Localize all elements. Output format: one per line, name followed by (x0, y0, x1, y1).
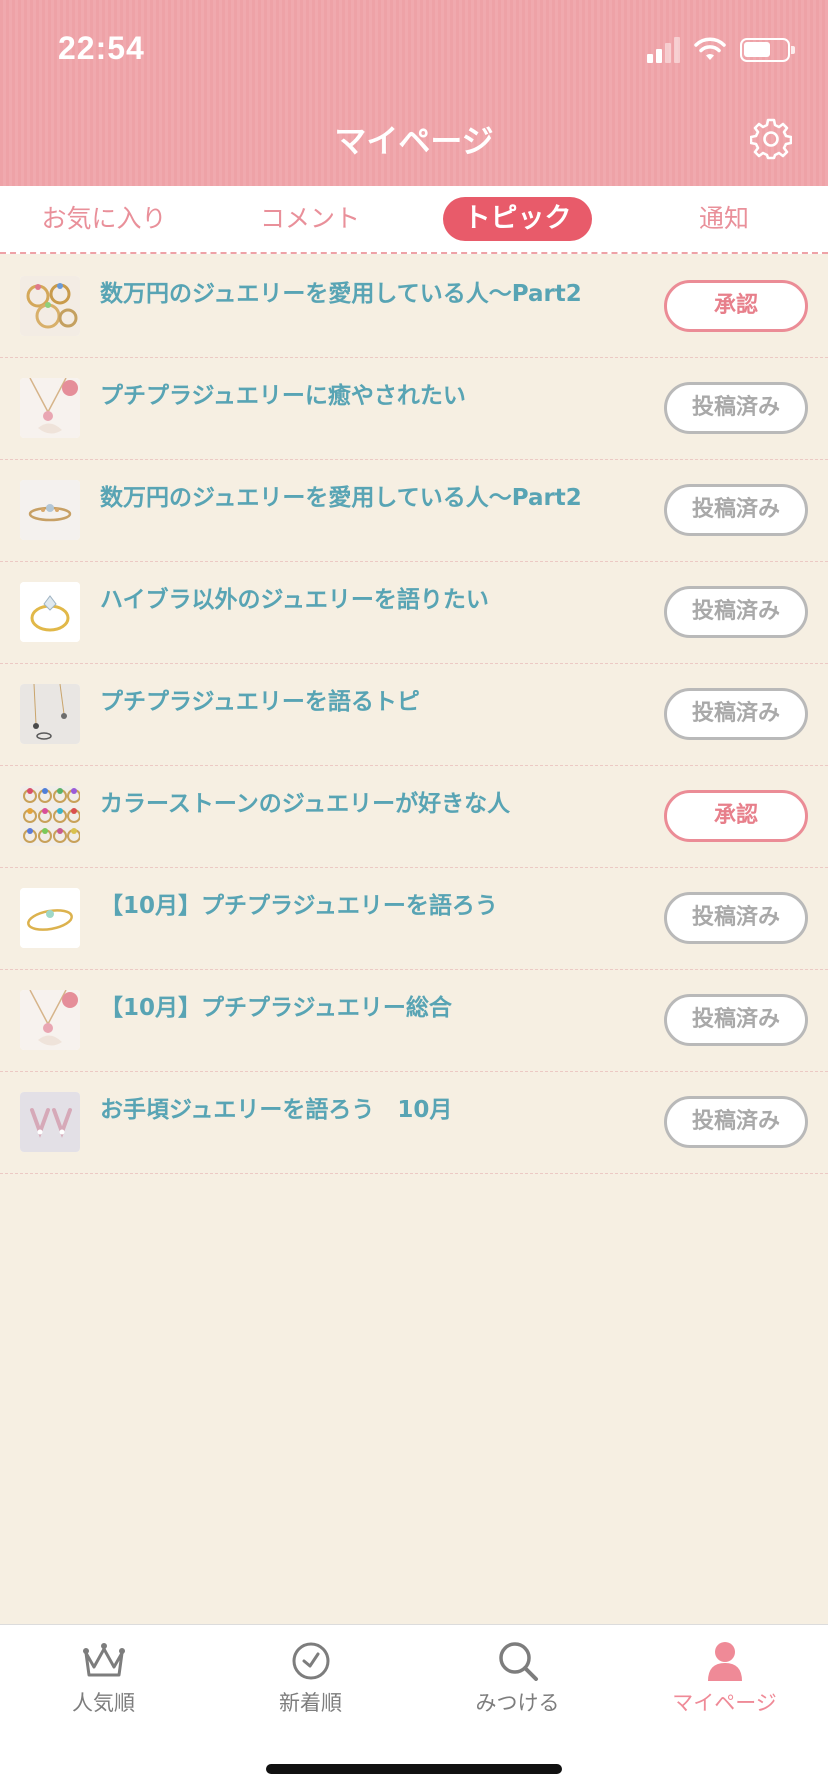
cellular-signal-icon (647, 37, 680, 63)
topic-title[interactable]: 【10月】プチプラジュエリー総合 (100, 988, 660, 1022)
topic-row[interactable]: ハイブラ以外のジュエリーを語りたい 投稿済み (0, 562, 828, 664)
status-icons (647, 34, 795, 66)
nav-discover[interactable]: みつける (414, 1641, 621, 1717)
posted-status-button[interactable]: 投稿済み (664, 484, 808, 536)
topic-title[interactable]: プチプラジュエリーに癒やされたい (100, 376, 660, 410)
topic-row[interactable]: 【10月】プチプラジュエリーを語ろう 投稿済み (0, 868, 828, 970)
posted-status-button[interactable]: 投稿済み (664, 892, 808, 944)
nav-newest[interactable]: 新着順 (207, 1641, 414, 1717)
wifi-icon (694, 37, 726, 60)
battery-icon (740, 38, 795, 62)
topic-thumbnail (20, 990, 80, 1050)
tab-topics[interactable]: トピック (443, 197, 592, 241)
nav-label: 新着順 (279, 1691, 342, 1715)
topic-title[interactable]: 数万円のジュエリーを愛用している人〜Part2 (100, 478, 660, 512)
nav-popular[interactable]: 人気順 (0, 1641, 207, 1717)
posted-status-button[interactable]: 投稿済み (664, 382, 808, 434)
topic-title[interactable]: 数万円のジュエリーを愛用している人〜Part2 (100, 274, 660, 308)
posted-status-button[interactable]: 投稿済み (664, 586, 808, 638)
topic-thumbnail (20, 480, 80, 540)
tab-favorites[interactable]: お気に入り (30, 197, 178, 241)
gear-icon[interactable] (750, 118, 792, 160)
topic-row[interactable]: プチプラジュエリーに癒やされたい 投稿済み (0, 358, 828, 460)
crown-icon (82, 1643, 125, 1677)
search-icon (498, 1642, 538, 1681)
person-icon (707, 1642, 742, 1681)
approve-button[interactable]: 承認 (664, 280, 808, 332)
app-header: 22:54 マイページ (0, 0, 828, 186)
topic-list: 数万円のジュエリーを愛用している人〜Part2 承認 プチプラジュエリーに癒やさ… (0, 256, 828, 1174)
nav-label: 人気順 (72, 1691, 135, 1715)
nav-mypage[interactable]: マイページ (621, 1641, 828, 1717)
topic-thumbnail (20, 888, 80, 948)
nav-label: みつける (475, 1691, 560, 1715)
topic-title[interactable]: ハイブラ以外のジュエリーを語りたい (100, 580, 660, 614)
topic-thumbnail (20, 582, 80, 642)
topic-row[interactable]: プチプラジュエリーを語るトピ 投稿済み (0, 664, 828, 766)
topic-thumbnail (20, 786, 80, 846)
page-title: マイページ (334, 122, 494, 160)
topic-row[interactable]: カラーストーンのジュエリーが好きな人 承認 (0, 766, 828, 868)
topic-row[interactable]: 数万円のジュエリーを愛用している人〜Part2 投稿済み (0, 460, 828, 562)
topic-row[interactable]: 数万円のジュエリーを愛用している人〜Part2 承認 (0, 256, 828, 358)
nav-label: マイページ (672, 1691, 777, 1715)
topic-row[interactable]: 【10月】プチプラジュエリー総合 投稿済み (0, 970, 828, 1072)
topic-title[interactable]: プチプラジュエリーを語るトピ (100, 682, 660, 716)
topic-title[interactable]: カラーストーンのジュエリーが好きな人 (100, 784, 660, 818)
posted-status-button[interactable]: 投稿済み (664, 1096, 808, 1148)
tab-notifications[interactable]: 通知 (680, 197, 768, 241)
approve-button[interactable]: 承認 (664, 790, 808, 842)
posted-status-button[interactable]: 投稿済み (664, 994, 808, 1046)
topic-thumbnail (20, 684, 80, 744)
topic-row[interactable]: お手頃ジュエリーを語ろう 10月 投稿済み (0, 1072, 828, 1174)
topic-thumbnail (20, 378, 80, 438)
tab-bar: お気に入り コメント トピック 通知 (0, 186, 828, 254)
posted-status-button[interactable]: 投稿済み (664, 688, 808, 740)
home-indicator (266, 1764, 562, 1774)
clock-icon (292, 1642, 329, 1680)
topic-title[interactable]: 【10月】プチプラジュエリーを語ろう (100, 886, 660, 920)
topic-thumbnail (20, 276, 80, 336)
topic-title[interactable]: お手頃ジュエリーを語ろう 10月 (100, 1090, 660, 1124)
tab-comments[interactable]: コメント (242, 197, 378, 241)
topic-thumbnail (20, 1092, 80, 1152)
status-time: 22:54 (58, 30, 145, 66)
